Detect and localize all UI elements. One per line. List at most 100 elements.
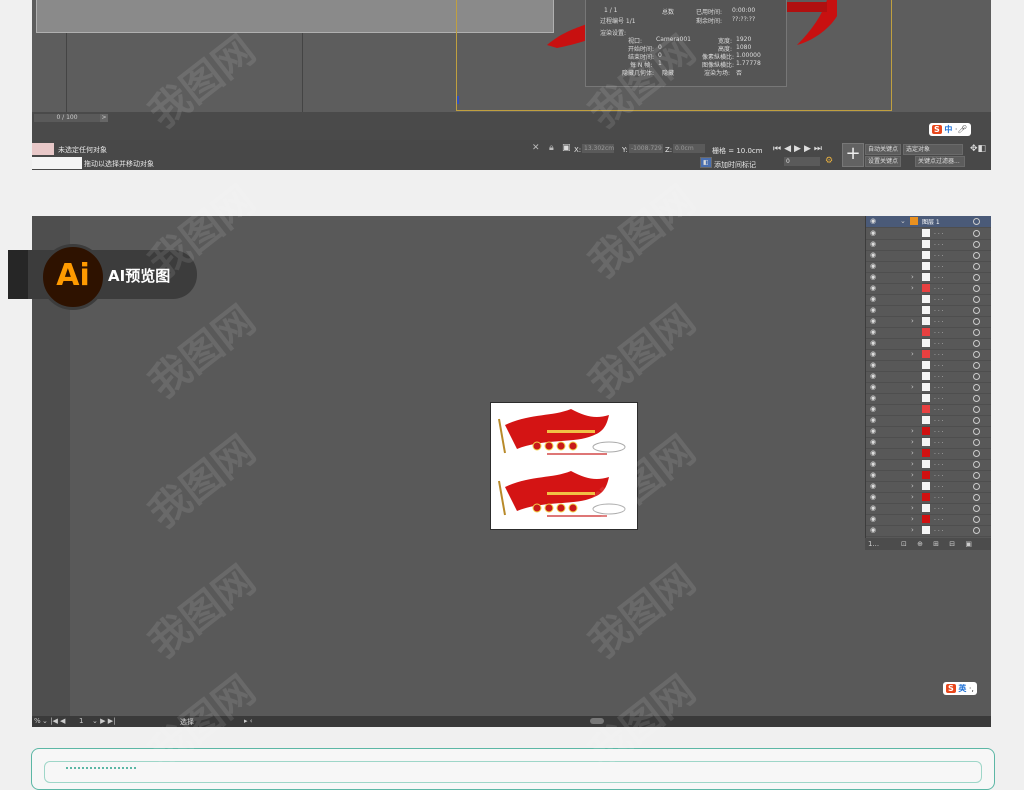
add-time-tag-icon[interactable]: ◧ — [700, 157, 712, 168]
sublayer-name[interactable]: . . . — [934, 339, 944, 346]
x-coordinate-field[interactable]: 13.302cm — [582, 144, 614, 153]
artboard-nav-icons[interactable]: ⌄ ▶ ▶| — [92, 717, 115, 725]
target-circle-icon[interactable] — [973, 384, 980, 391]
chevron-right-icon[interactable]: › — [911, 350, 914, 358]
visibility-eye-icon[interactable]: ◉ — [870, 318, 877, 325]
target-circle-icon[interactable] — [973, 483, 980, 490]
navigation-icons[interactable]: ✥◧ — [970, 145, 986, 154]
time-slider[interactable]: 0 / 100 — [34, 114, 100, 122]
chevron-down-icon[interactable]: ⌄ — [900, 217, 906, 225]
chevron-right-icon[interactable]: › — [911, 493, 914, 501]
sublayer-name[interactable]: . . . — [934, 350, 944, 357]
sublayer-name[interactable]: . . . — [934, 240, 944, 247]
target-circle-icon[interactable] — [973, 406, 980, 413]
chevron-right-icon[interactable]: › — [911, 482, 914, 490]
sublayer-name[interactable]: . . . — [934, 460, 944, 467]
sublayer-name[interactable]: . . . — [934, 361, 944, 368]
target-circle-icon[interactable] — [973, 516, 980, 523]
chevron-right-icon[interactable]: › — [911, 504, 914, 512]
layers-panel[interactable]: ◉ ⌄ 图层 1 ◉ . . . ◉ . . . ◉ . . . ◉ . . . ◉ › . . .… — [865, 216, 991, 550]
target-circle-icon[interactable] — [973, 274, 980, 281]
target-circle-icon[interactable] — [973, 428, 980, 435]
lock-icon[interactable]: 🔒︎ — [549, 144, 554, 153]
sublayer-name[interactable]: . . . — [934, 273, 944, 280]
visibility-eye-icon[interactable]: ◉ — [870, 218, 877, 225]
target-circle-icon[interactable] — [973, 472, 980, 479]
status-arrows[interactable]: ▸ ‹ — [244, 717, 253, 725]
target-circle-icon[interactable] — [973, 263, 980, 270]
visibility-eye-icon[interactable]: ◉ — [870, 417, 877, 424]
visibility-eye-icon[interactable]: ◉ — [870, 285, 877, 292]
chevron-right-icon[interactable]: › — [911, 438, 914, 446]
visibility-eye-icon[interactable]: ◉ — [870, 384, 877, 391]
visibility-eye-icon[interactable]: ◉ — [870, 395, 877, 402]
target-circle-icon[interactable] — [973, 527, 980, 534]
sublayer-name[interactable]: . . . — [934, 416, 944, 423]
visibility-eye-icon[interactable]: ◉ — [870, 296, 877, 303]
sublayer-name[interactable]: . . . — [934, 493, 944, 500]
target-circle-icon[interactable] — [973, 362, 980, 369]
target-circle-icon[interactable] — [973, 241, 980, 248]
visibility-eye-icon[interactable]: ◉ — [870, 230, 877, 237]
visibility-eye-icon[interactable]: ◉ — [870, 307, 877, 314]
target-circle-icon[interactable] — [973, 450, 980, 457]
ime-toolbar[interactable]: S 英 ·, — [943, 682, 977, 695]
chevron-right-icon[interactable]: › — [911, 317, 914, 325]
maxscript-listener[interactable] — [32, 143, 54, 155]
target-circle-icon[interactable] — [973, 373, 980, 380]
sublayer-name[interactable]: . . . — [934, 262, 944, 269]
maxscript-input[interactable] — [32, 157, 82, 169]
visibility-eye-icon[interactable]: ◉ — [870, 472, 877, 479]
sublayer-name[interactable]: . . . — [934, 328, 944, 335]
sublayer-name[interactable]: . . . — [934, 471, 944, 478]
target-circle-icon[interactable] — [973, 252, 980, 259]
target-circle-icon[interactable] — [973, 329, 980, 336]
ime-language[interactable]: 中 — [944, 125, 952, 134]
target-circle-icon[interactable] — [973, 351, 980, 358]
target-circle-icon[interactable] — [973, 285, 980, 292]
viewport-area[interactable]: 1 / 1 总数 已用时间: 0:00:00 过程编号 1/1 剩余时间: ??… — [32, 0, 991, 112]
horizontal-scrollbar-thumb[interactable] — [590, 718, 604, 724]
set-key-button[interactable]: 设置关键点 — [865, 156, 902, 167]
sublayer-name[interactable]: . . . — [934, 515, 944, 522]
visibility-eye-icon[interactable]: ◉ — [870, 263, 877, 270]
sublayer-name[interactable]: . . . — [934, 482, 944, 489]
chevron-right-icon[interactable]: › — [911, 471, 914, 479]
target-circle-icon[interactable] — [973, 218, 980, 225]
ime-language[interactable]: 英 — [958, 684, 966, 693]
sublayer-name[interactable]: . . . — [934, 251, 944, 258]
visibility-eye-icon[interactable]: ◉ — [870, 252, 877, 259]
sublayer-name[interactable]: . . . — [934, 405, 944, 412]
time-slider-track[interactable] — [32, 113, 991, 123]
layers-actions-icons[interactable]: ⊡ ⊕ ⊞ ⊟ ▣ — [901, 540, 976, 548]
current-frame-field[interactable]: 0 — [784, 157, 820, 166]
target-circle-icon[interactable] — [973, 296, 980, 303]
sublayer-name[interactable]: . . . — [934, 438, 944, 445]
playback-controls[interactable]: ⏮◀▶▶⏭ — [773, 145, 825, 154]
key-filters-button[interactable]: 关键点过滤器... — [915, 156, 965, 167]
target-circle-icon[interactable] — [973, 505, 980, 512]
sublayer-row[interactable]: ◉ › . . . — [866, 525, 991, 537]
sublayer-name[interactable]: . . . — [934, 427, 944, 434]
chevron-right-icon[interactable]: › — [911, 526, 914, 534]
sublayer-name[interactable]: . . . — [934, 449, 944, 456]
sublayer-name[interactable]: . . . — [934, 317, 944, 324]
target-circle-icon[interactable] — [973, 461, 980, 468]
chevron-right-icon[interactable]: › — [911, 383, 914, 391]
visibility-eye-icon[interactable]: ◉ — [870, 362, 877, 369]
sublayer-name[interactable]: . . . — [934, 306, 944, 313]
target-circle-icon[interactable] — [973, 307, 980, 314]
sublayer-name[interactable]: . . . — [934, 383, 944, 390]
next-frame-button[interactable]: > — [100, 114, 108, 122]
target-circle-icon[interactable] — [973, 417, 980, 424]
ime-extras-icon[interactable]: ·🎤︎ — [955, 125, 968, 134]
sublayer-name[interactable]: . . . — [934, 284, 944, 291]
sublayer-name[interactable]: . . . — [934, 229, 944, 236]
zoom-level[interactable]: % — [34, 717, 41, 725]
selected-object-dropdown[interactable]: 选定对象 — [903, 144, 963, 155]
visibility-eye-icon[interactable]: ◉ — [870, 351, 877, 358]
visibility-eye-icon[interactable]: ◉ — [870, 483, 877, 490]
visibility-eye-icon[interactable]: ◉ — [870, 516, 877, 523]
sublayer-name[interactable]: . . . — [934, 372, 944, 379]
auto-key-button[interactable]: 自动关键点 — [865, 144, 902, 155]
